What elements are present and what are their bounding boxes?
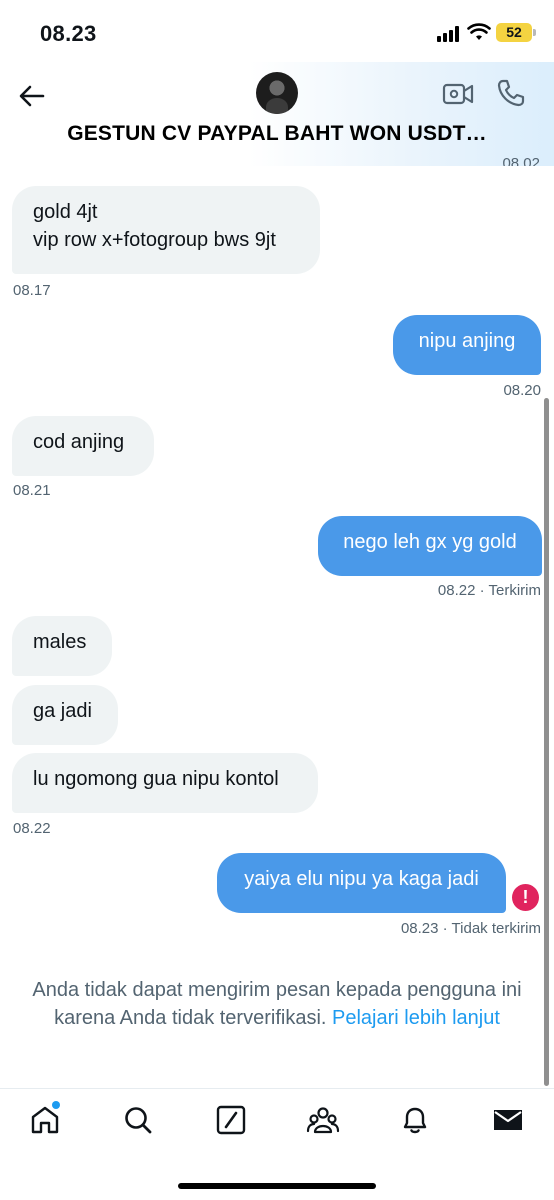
- incoming-message[interactable]: gold 4jt vip row x+fotogroup bws 9jt: [12, 186, 320, 274]
- wifi-icon: [467, 23, 491, 40]
- cannot-message-notice: Anda tidak dapat mengirim pesan kepada p…: [0, 976, 554, 1032]
- grok-icon: [216, 1105, 246, 1135]
- tab-notifications[interactable]: [398, 1103, 432, 1137]
- message-status: 08.23 · Tidak terkirim: [400, 920, 541, 937]
- incoming-message[interactable]: cod anjing: [12, 416, 154, 476]
- conversation-header: GESTUN CV PAYPAL BAHT WON USDT…: [0, 62, 554, 166]
- message-timestamp: 08.22: [13, 820, 51, 837]
- notifications-icon: [403, 1107, 427, 1134]
- arrow-left-icon[interactable]: [16, 80, 48, 112]
- battery-tip: [533, 29, 536, 36]
- tab-messages[interactable]: [491, 1103, 525, 1137]
- video-call-icon[interactable]: [442, 80, 474, 108]
- signal-icon: [437, 26, 461, 42]
- phone-icon[interactable]: [496, 78, 526, 108]
- status-time: 08.23: [40, 21, 97, 46]
- avatar[interactable]: [256, 72, 298, 114]
- unread-dot: [52, 1101, 60, 1109]
- outgoing-message[interactable]: nego leh gx yg gold: [318, 516, 542, 576]
- outgoing-message[interactable]: yaiya elu nipu ya kaga jadi: [217, 853, 506, 913]
- messages-icon: [494, 1110, 522, 1130]
- incoming-message[interactable]: ga jadi: [12, 685, 118, 745]
- tab-communities[interactable]: [306, 1103, 340, 1137]
- incoming-message[interactable]: males: [12, 616, 112, 676]
- message-timestamp: 08.17: [13, 282, 51, 299]
- search-icon: [125, 1107, 152, 1134]
- outgoing-message[interactable]: nipu anjing: [393, 315, 541, 375]
- tab-search[interactable]: [121, 1103, 155, 1137]
- conversation-title[interactable]: GESTUN CV PAYPAL BAHT WON USDT…: [0, 122, 554, 146]
- battery-icon: 52: [496, 23, 532, 42]
- tab-grok[interactable]: [214, 1103, 248, 1137]
- message-timestamp: 08.02: [502, 155, 540, 166]
- status-bar: 08.23 52: [0, 0, 554, 62]
- message-status: 08.22 · Terkirim: [437, 582, 541, 599]
- learn-more-link[interactable]: Pelajari lebih lanjut: [332, 1007, 500, 1029]
- communities-icon: [306, 1107, 340, 1134]
- error-icon[interactable]: !: [512, 884, 539, 911]
- home-indicator[interactable]: [178, 1183, 376, 1189]
- bottom-tab-bar: [0, 1088, 554, 1158]
- message-timestamp: 08.20: [503, 382, 541, 399]
- incoming-message[interactable]: lu ngomong gua nipu kontol: [12, 753, 318, 813]
- message-timestamp: 08.21: [13, 482, 51, 499]
